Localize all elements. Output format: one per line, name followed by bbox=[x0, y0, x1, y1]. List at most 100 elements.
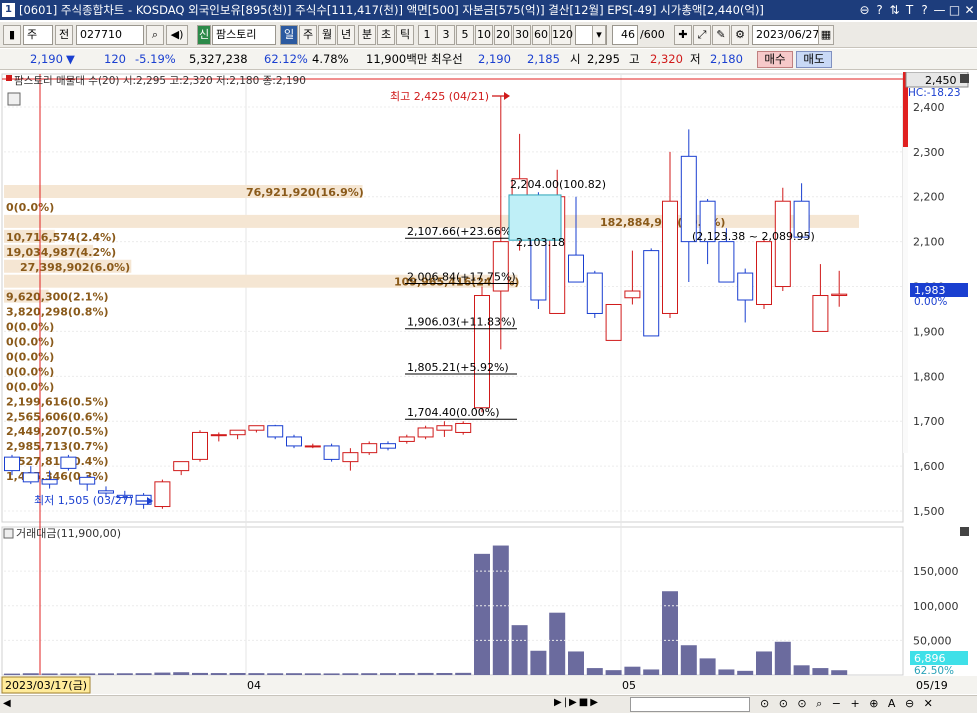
x-label-apr: 04 bbox=[247, 679, 261, 692]
quote-bar: 2,190 ▼ 120 -5.19% 5,327,238 62.12% 4.78… bbox=[0, 49, 977, 70]
chart-area[interactable]: 76,921,920(16.9%)0(0.0%)182,884,978(40.3… bbox=[0, 71, 977, 695]
bottom-scrollbar[interactable]: ◀ ▶|▶■▶ ⊙ ⊙ ⊙ ⌕ − + ⊕ A ⊖ ✕ bbox=[0, 695, 977, 713]
trade-amount: 11,900백만 bbox=[366, 52, 428, 66]
price-tick-label: 2,400 bbox=[913, 101, 945, 114]
period-day[interactable]: 일 bbox=[280, 25, 298, 45]
volume-bar bbox=[210, 673, 227, 675]
volume-bar bbox=[41, 673, 58, 675]
volume-panel-close-icon[interactable] bbox=[960, 527, 969, 536]
zoom-tools[interactable]: ⊙ ⊙ ⊙ ⌕ − + ⊕ A ⊖ ✕ bbox=[760, 697, 970, 712]
stock-name-field[interactable]: 팜스토리 bbox=[212, 25, 276, 45]
buy-button[interactable]: 매수 bbox=[757, 51, 793, 68]
bid-label: 최우선 bbox=[431, 52, 463, 66]
help-icon[interactable]: ? bbox=[872, 0, 887, 20]
low-note: 최저 1,505 (03/27) bbox=[34, 494, 133, 507]
volume-tick-label: 50,000 bbox=[913, 634, 952, 647]
prev-button[interactable]: 전 bbox=[55, 25, 73, 45]
zoom-slider[interactable] bbox=[630, 697, 750, 712]
candle-body bbox=[455, 422, 472, 433]
cursor-date: 2023/03/17(금) bbox=[5, 679, 87, 692]
search-icon[interactable]: ⌕ bbox=[146, 25, 164, 45]
range-label: (2,123.38 ~ 2,089.95) bbox=[692, 230, 815, 243]
price-panel-close-icon[interactable] bbox=[960, 74, 969, 83]
interval-1[interactable]: 1 bbox=[418, 25, 436, 45]
high-label: 고 bbox=[629, 52, 640, 66]
volume-profile-label: 9,620,300(2.1%) bbox=[6, 291, 109, 304]
volume-bar bbox=[549, 612, 566, 675]
question-icon[interactable]: ? bbox=[917, 0, 932, 20]
volume-profile-label: 27,398,902(6.0%) bbox=[20, 261, 130, 274]
interval-3[interactable]: 3 bbox=[437, 25, 455, 45]
lock-icon[interactable]: ▮ bbox=[3, 25, 21, 45]
volume-profile-label: 0(0.0%) bbox=[6, 350, 54, 363]
candle-body bbox=[342, 452, 359, 463]
candle-body bbox=[380, 443, 396, 449]
interval-20[interactable]: 20 bbox=[494, 25, 512, 45]
scroll-left-icon[interactable]: ◀ bbox=[3, 698, 13, 710]
volume-profile-label: 0(0.0%) bbox=[6, 336, 54, 349]
price-box-annotation[interactable] bbox=[508, 194, 562, 241]
candle-body bbox=[436, 425, 453, 431]
period-week[interactable]: 주 bbox=[299, 25, 317, 45]
interval-10[interactable]: 10 bbox=[475, 25, 493, 45]
fib-level-label: 2,006.84(+17.75%) bbox=[407, 270, 516, 283]
x-end-label: 05/19 bbox=[916, 679, 948, 692]
link-icon[interactable]: ⊖ bbox=[857, 0, 872, 20]
type-select[interactable]: 주 bbox=[23, 25, 53, 45]
gear-icon[interactable]: ⚙ bbox=[731, 25, 749, 45]
candle-body bbox=[474, 295, 490, 409]
volume-bar bbox=[229, 672, 246, 675]
down-arrow-icon: ▼ bbox=[66, 52, 75, 66]
interval-120[interactable]: 120 bbox=[551, 25, 573, 45]
volume-bar bbox=[60, 673, 77, 675]
candle-body bbox=[568, 254, 584, 283]
count-input[interactable]: 46 bbox=[612, 25, 638, 45]
sound-icon[interactable]: ◀) bbox=[166, 25, 188, 45]
interval-60[interactable]: 60 bbox=[532, 25, 550, 45]
candle-body bbox=[267, 425, 284, 438]
volume-bar bbox=[793, 665, 810, 675]
period-month[interactable]: 월 bbox=[318, 25, 336, 45]
calendar-icon[interactable]: ▦ bbox=[818, 25, 834, 45]
period-tick[interactable]: 틱 bbox=[396, 25, 414, 45]
candle-body bbox=[286, 436, 302, 447]
candle-body bbox=[248, 425, 265, 431]
price-tick-label: 1,500 bbox=[913, 505, 945, 518]
volume-bar bbox=[361, 673, 378, 675]
draw-icon[interactable]: ✎ bbox=[712, 25, 730, 45]
period-second[interactable]: 초 bbox=[377, 25, 395, 45]
volume-profile-label: 0(0.0%) bbox=[6, 380, 54, 393]
candle-body bbox=[398, 436, 415, 442]
volume-bar bbox=[135, 673, 152, 675]
chevron-down-icon[interactable]: ▾ bbox=[592, 25, 606, 45]
playback-controls[interactable]: ▶|▶■▶ bbox=[554, 697, 624, 712]
text-icon[interactable]: T bbox=[902, 0, 917, 20]
sync-icon[interactable]: ⇅ bbox=[887, 0, 902, 20]
period-year[interactable]: 년 bbox=[337, 25, 355, 45]
crosshair-icon[interactable]: ✚ bbox=[674, 25, 692, 45]
chart-svg[interactable]: 76,921,920(16.9%)0(0.0%)182,884,978(40.3… bbox=[0, 71, 977, 695]
panel-settings-icon[interactable] bbox=[7, 92, 21, 106]
stock-code-input[interactable]: 027710 bbox=[76, 25, 144, 45]
close-button[interactable]: ✕ bbox=[962, 0, 977, 20]
interval-30[interactable]: 30 bbox=[513, 25, 531, 45]
sell-button[interactable]: 매도 bbox=[796, 51, 832, 68]
price-tick-label: 1,600 bbox=[913, 460, 945, 473]
volume-bar bbox=[267, 673, 284, 675]
volume-panel-icon[interactable] bbox=[3, 528, 14, 539]
volume-bar bbox=[586, 668, 603, 675]
scrollbar-track[interactable] bbox=[903, 147, 908, 453]
volume-bar bbox=[304, 673, 321, 675]
minimize-button[interactable]: — bbox=[932, 0, 947, 20]
chart-toolbar: ▮ 주 전 027710 ⌕ ◀) 신 팜스토리 일 주 월 년 분 초 틱 1… bbox=[0, 22, 977, 48]
count-max: /600 bbox=[640, 28, 665, 41]
period-minute[interactable]: 분 bbox=[358, 25, 376, 45]
volume-bar bbox=[718, 669, 735, 675]
interval-5[interactable]: 5 bbox=[456, 25, 474, 45]
volume-profile-label: 2,449,207(0.5%) bbox=[6, 425, 109, 438]
volume-tick-label: 150,000 bbox=[913, 565, 959, 578]
maximize-button[interactable]: □ bbox=[947, 0, 962, 20]
volume-bar bbox=[812, 668, 829, 675]
date-input[interactable]: 2023/06/27 bbox=[752, 25, 824, 45]
arrows-icon[interactable]: ⤢ bbox=[693, 25, 711, 45]
